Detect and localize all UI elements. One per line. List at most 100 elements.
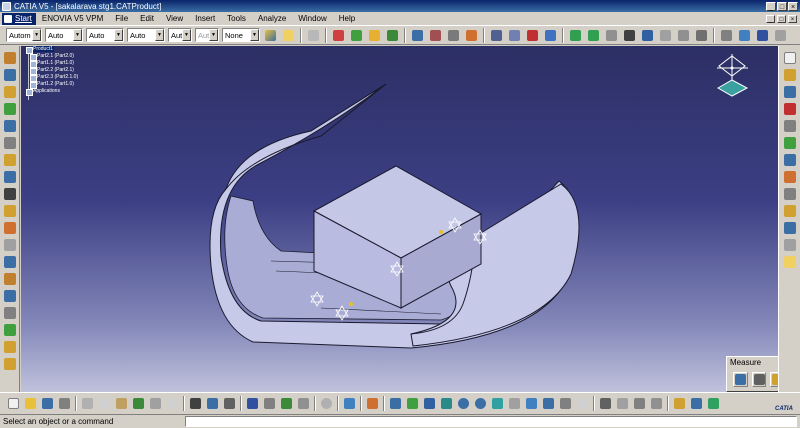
mirror-icon[interactable] (2, 271, 18, 287)
distance-icon[interactable] (782, 186, 798, 202)
zoom-out-icon[interactable] (473, 396, 488, 411)
pan-icon[interactable] (568, 28, 583, 43)
rotate-view-icon[interactable] (439, 396, 454, 411)
fix-together-icon[interactable] (737, 28, 752, 43)
copy-icon[interactable] (97, 396, 112, 411)
normal-view-icon[interactable] (490, 396, 505, 411)
analysis-icon[interactable] (2, 356, 18, 372)
distance-band-icon[interactable] (649, 396, 664, 411)
measure-panel-header[interactable]: Measure × (727, 357, 778, 368)
pocket-icon[interactable] (2, 118, 18, 134)
chevron-down-icon[interactable]: ▼ (32, 29, 41, 41)
quick-view-icon[interactable] (524, 396, 539, 411)
redo-icon[interactable] (148, 396, 163, 411)
contact-icon[interactable] (658, 28, 673, 43)
layer-combo[interactable]: None ▼ (222, 28, 260, 42)
menu-tools[interactable]: Tools (221, 14, 252, 23)
chamfer-icon[interactable] (2, 220, 18, 236)
new-product-icon[interactable] (349, 28, 364, 43)
catalog-icon[interactable] (782, 118, 798, 134)
menu-enovia[interactable]: ENOVIA V5 VPM (36, 14, 109, 23)
chevron-down-icon[interactable]: ▼ (250, 29, 259, 41)
assembly-icon[interactable] (2, 84, 18, 100)
drafting-icon[interactable] (2, 186, 18, 202)
shell-icon[interactable] (2, 237, 18, 253)
generative-icon[interactable] (782, 135, 798, 151)
catia-app-icon[interactable] (2, 1, 11, 11)
whats-this-icon[interactable] (165, 396, 180, 411)
pointer-icon[interactable] (622, 28, 637, 43)
graph-tree-reorder-icon[interactable] (428, 28, 443, 43)
part-design-icon[interactable] (2, 67, 18, 83)
catalog-browser-icon[interactable] (262, 396, 277, 411)
rotate-icon[interactable] (586, 28, 601, 43)
multi-view-icon[interactable] (507, 396, 522, 411)
hole-icon[interactable] (2, 135, 18, 151)
shading-icon[interactable] (541, 396, 556, 411)
sketch-icon[interactable] (2, 101, 18, 117)
menu-file[interactable]: File (109, 14, 134, 23)
chevron-down-icon[interactable]: ▼ (155, 29, 164, 41)
view-icon[interactable] (782, 220, 798, 236)
change-constraint-icon[interactable] (773, 28, 788, 43)
menu-edit[interactable]: Edit (134, 14, 160, 23)
pan-view-icon[interactable] (422, 396, 437, 411)
gear-icon[interactable] (2, 50, 18, 66)
menu-analyze[interactable]: Analyze (252, 14, 292, 23)
point-type-combo[interactable]: Aut ▼ (168, 28, 192, 42)
undo-icon[interactable] (131, 396, 146, 411)
open-file-icon[interactable] (23, 396, 38, 411)
paste-icon[interactable] (114, 396, 129, 411)
update-icon[interactable] (306, 28, 321, 43)
coincidence-icon[interactable] (640, 28, 655, 43)
save-file-icon[interactable] (40, 396, 55, 411)
new-icon[interactable] (782, 50, 798, 66)
3d-viewport[interactable]: Product1 Part2.1 (Part2.0) Part1.1 (Part… (21, 46, 778, 392)
groove-icon[interactable] (2, 169, 18, 185)
open-icon[interactable] (782, 67, 798, 83)
doc-close-button[interactable]: × (788, 14, 797, 23)
material-icon[interactable] (672, 396, 687, 411)
compass-icon[interactable] (716, 54, 749, 97)
replace-component-icon[interactable] (410, 28, 425, 43)
scale-icon[interactable] (2, 305, 18, 321)
angle-icon[interactable] (694, 28, 709, 43)
rendering-style-combo[interactable]: Aut ▼ (195, 28, 219, 42)
offset-icon[interactable] (676, 28, 691, 43)
fix-icon[interactable] (719, 28, 734, 43)
fly-mode-icon[interactable] (388, 396, 403, 411)
camera-icon[interactable] (782, 237, 798, 253)
measure-item-icon[interactable] (751, 372, 767, 387)
thickness-icon[interactable] (2, 254, 18, 270)
chevron-down-icon[interactable]: ▼ (182, 29, 191, 41)
annotation-icon[interactable] (782, 203, 798, 219)
zoom-in-icon[interactable] (456, 396, 471, 411)
existing-component-icon[interactable] (385, 28, 400, 43)
measure-icon[interactable] (2, 339, 18, 355)
explode-icon[interactable] (525, 28, 540, 43)
measure-inertia-icon[interactable] (770, 372, 778, 387)
swap-space-icon[interactable] (575, 396, 590, 411)
measure-between-icon[interactable] (733, 372, 748, 387)
start-menu-button[interactable]: Start (2, 12, 36, 25)
model-canvas[interactable] (21, 46, 778, 392)
update-all-icon[interactable] (319, 396, 334, 411)
tools-options-icon[interactable] (279, 396, 294, 411)
clash-icon[interactable] (782, 169, 798, 185)
new-file-icon[interactable] (6, 396, 21, 411)
table-icon[interactable] (245, 396, 260, 411)
quick-constraint-icon[interactable] (755, 28, 770, 43)
shaft-icon[interactable] (2, 152, 18, 168)
painter-icon[interactable] (263, 28, 278, 43)
environment-icon[interactable] (706, 396, 721, 411)
chevron-down-icon[interactable]: ▼ (73, 29, 82, 41)
menu-help[interactable]: Help (333, 14, 361, 23)
manipulate-icon[interactable] (604, 28, 619, 43)
menu-view[interactable]: View (160, 14, 189, 23)
brush-icon[interactable] (281, 28, 296, 43)
section-icon[interactable] (782, 152, 798, 168)
clash-analysis-icon[interactable] (615, 396, 630, 411)
knowledge-icon[interactable] (222, 396, 237, 411)
new-component-icon[interactable] (331, 28, 346, 43)
print-icon[interactable] (782, 101, 798, 117)
